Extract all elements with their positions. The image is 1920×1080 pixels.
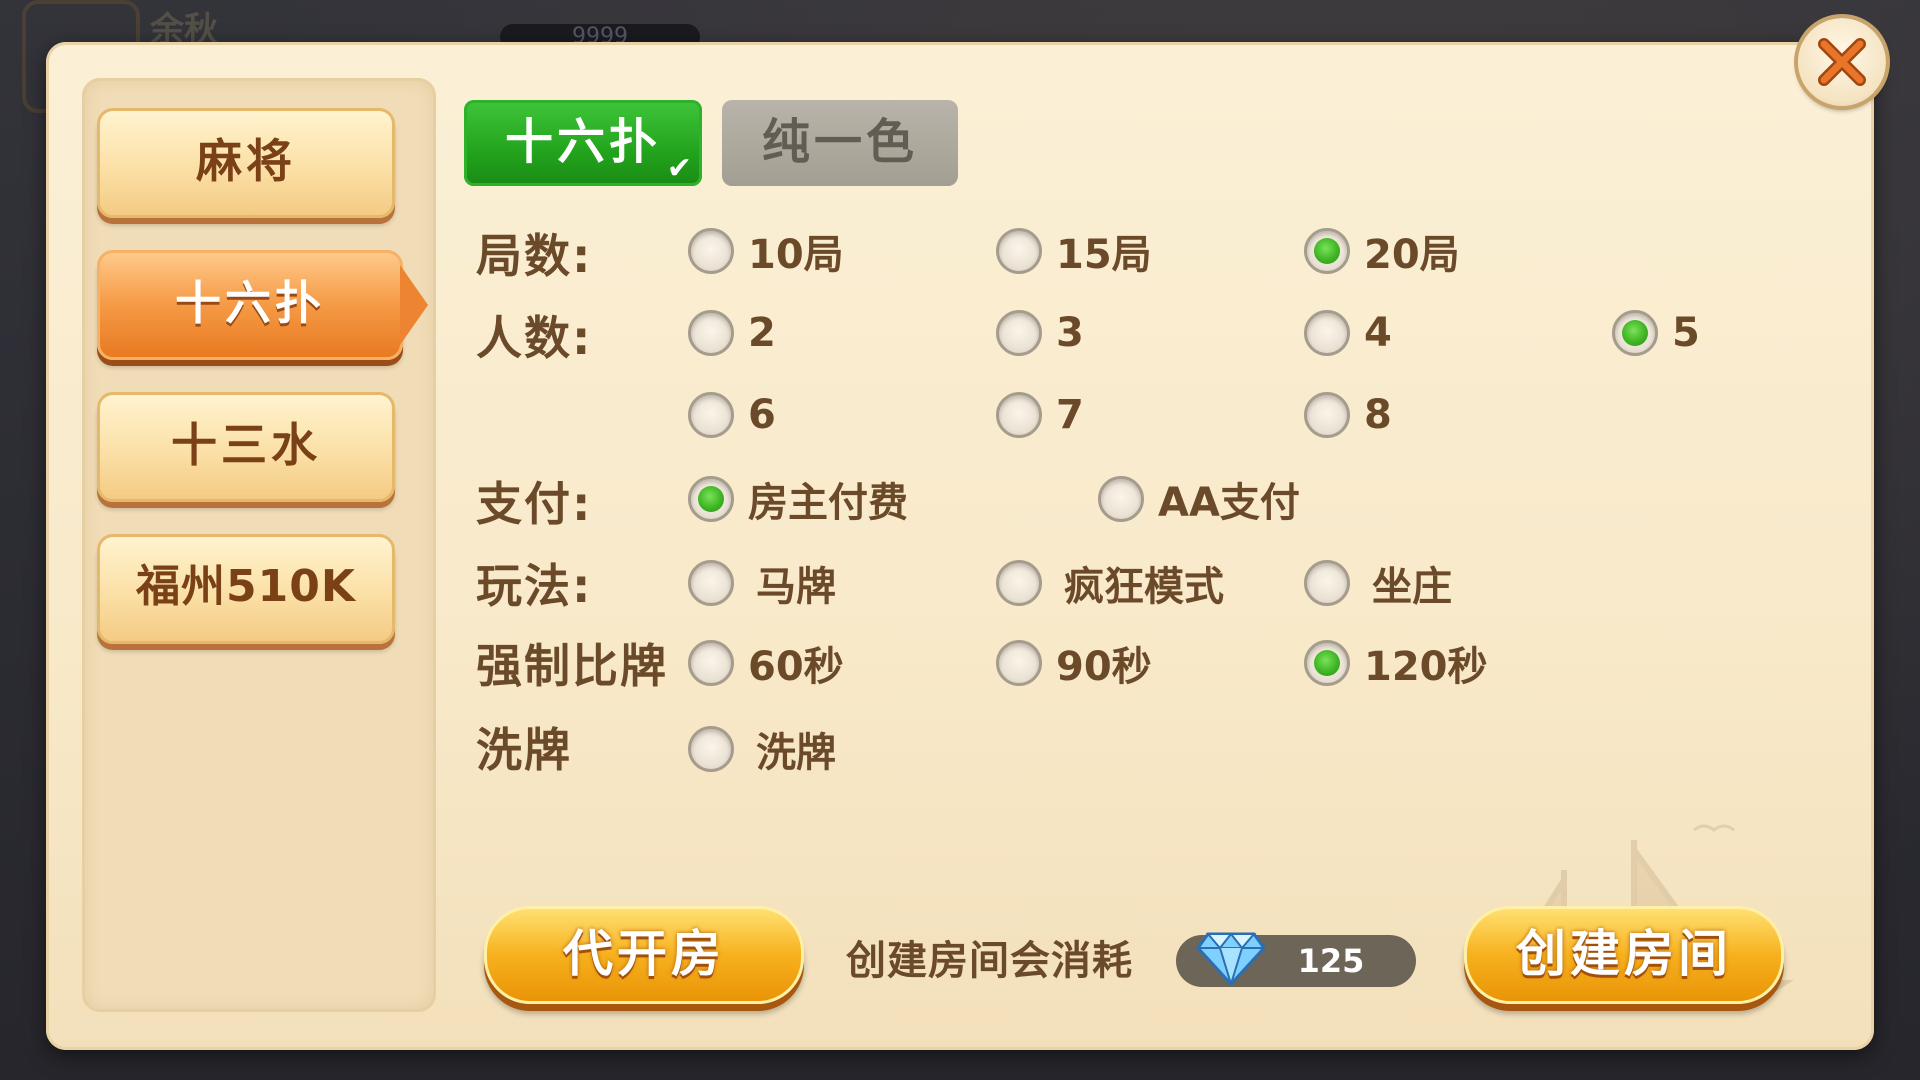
sidebar-item-shisanshui[interactable]: 十三水 — [97, 392, 395, 502]
force-compare-label: 强制比牌 — [476, 639, 668, 693]
radio-icon — [688, 392, 734, 438]
radio-selected-icon — [1612, 310, 1658, 356]
option-label: 2 — [748, 310, 776, 356]
force-compare-option-120[interactable]: 120秒 — [1304, 636, 1488, 690]
radio-icon — [1304, 560, 1350, 606]
create-room-panel: 麻将 十六扑 十三水 福州510K 十六扑 ✔ 纯一色 局数: 10局 15局 … — [46, 42, 1874, 1050]
payment-option-host[interactable]: 房主付费 — [688, 472, 908, 526]
players-option-7[interactable]: 7 — [996, 388, 1084, 442]
option-label: 60秒 — [748, 644, 844, 690]
sidebar-item-label: 麻将 — [196, 134, 296, 188]
tab-shiliupu[interactable]: 十六扑 ✔ — [464, 100, 702, 186]
radio-selected-icon — [1304, 640, 1350, 686]
option-label: 6 — [748, 392, 776, 438]
radio-icon — [1304, 392, 1350, 438]
players-label: 人数: — [476, 311, 593, 365]
active-arrow-icon — [400, 265, 428, 345]
proxy-open-room-button[interactable]: 代开房 — [484, 906, 804, 1004]
cost-text: 创建房间会消耗 — [846, 938, 1133, 984]
close-button[interactable] — [1798, 18, 1886, 106]
rounds-option-10[interactable]: 10局 — [688, 224, 844, 278]
players-option-6[interactable]: 6 — [688, 388, 776, 442]
rounds-label: 局数: — [476, 229, 593, 283]
option-label: 洗牌 — [756, 730, 836, 776]
radio-icon — [996, 228, 1042, 274]
shuffle-option[interactable]: 洗牌 — [688, 722, 836, 776]
option-label: 15局 — [1056, 232, 1152, 278]
gameplay-option-horse[interactable]: 马牌 — [688, 556, 836, 610]
radio-icon — [996, 560, 1042, 606]
tab-label: 十六扑 — [504, 114, 661, 170]
option-label: 疯狂模式 — [1064, 564, 1224, 610]
gameplay-option-banker[interactable]: 坐庄 — [1304, 556, 1452, 610]
radio-icon — [996, 640, 1042, 686]
radio-icon — [688, 640, 734, 686]
payment-label: 支付: — [476, 477, 593, 531]
option-label: 7 — [1056, 392, 1084, 438]
option-label: 马牌 — [756, 564, 836, 610]
shuffle-label: 洗牌 — [476, 723, 572, 777]
sidebar-item-label: 福州510K — [136, 561, 356, 612]
radio-icon — [1098, 476, 1144, 522]
players-option-3[interactable]: 3 — [996, 306, 1084, 360]
option-label: 5 — [1672, 310, 1700, 356]
sidebar-item-label: 十三水 — [171, 418, 321, 472]
players-option-5[interactable]: 5 — [1612, 306, 1700, 360]
option-label: 3 — [1056, 310, 1084, 356]
game-type-sidebar: 麻将 十六扑 十三水 福州510K — [82, 78, 436, 1012]
radio-selected-icon — [1304, 228, 1350, 274]
option-label: 90秒 — [1056, 644, 1152, 690]
option-label: 4 — [1364, 310, 1392, 356]
rounds-option-20[interactable]: 20局 — [1304, 224, 1460, 278]
force-compare-option-90[interactable]: 90秒 — [996, 636, 1152, 690]
radio-icon — [688, 310, 734, 356]
radio-selected-icon — [688, 476, 734, 522]
option-label: 120秒 — [1364, 644, 1488, 690]
radio-icon — [996, 310, 1042, 356]
radio-icon — [688, 726, 734, 772]
option-label: 8 — [1364, 392, 1392, 438]
option-label: 20局 — [1364, 232, 1460, 278]
players-option-4[interactable]: 4 — [1304, 306, 1392, 360]
radio-icon — [1304, 310, 1350, 356]
gameplay-option-crazy[interactable]: 疯狂模式 — [996, 556, 1224, 610]
option-label: AA支付 — [1158, 480, 1300, 526]
tab-label: 纯一色 — [761, 114, 918, 170]
radio-icon — [688, 228, 734, 274]
close-icon — [1818, 38, 1866, 86]
sidebar-item-mahjong[interactable]: 麻将 — [97, 108, 395, 218]
sidebar-item-label: 十六扑 — [175, 276, 325, 330]
sidebar-item-fuzhou510k[interactable]: 福州510K — [97, 534, 395, 644]
tab-chunyise[interactable]: 纯一色 — [722, 100, 958, 186]
option-label: 坐庄 — [1372, 564, 1452, 610]
players-option-8[interactable]: 8 — [1304, 388, 1392, 442]
sidebar-item-shiliupu[interactable]: 十六扑 — [97, 250, 428, 360]
option-label: 10局 — [748, 232, 844, 278]
diamond-icon — [1196, 932, 1266, 986]
rounds-option-15[interactable]: 15局 — [996, 224, 1152, 278]
players-option-2[interactable]: 2 — [688, 306, 776, 360]
option-label: 房主付费 — [748, 480, 908, 526]
radio-icon — [688, 560, 734, 606]
payment-option-aa[interactable]: AA支付 — [1098, 472, 1300, 526]
checkmark-icon: ✔ — [666, 151, 696, 186]
gameplay-label: 玩法: — [476, 559, 593, 613]
cost-value: 125 — [1297, 942, 1365, 980]
force-compare-option-60[interactable]: 60秒 — [688, 636, 844, 690]
create-room-button[interactable]: 创建房间 — [1464, 906, 1784, 1004]
radio-icon — [996, 392, 1042, 438]
